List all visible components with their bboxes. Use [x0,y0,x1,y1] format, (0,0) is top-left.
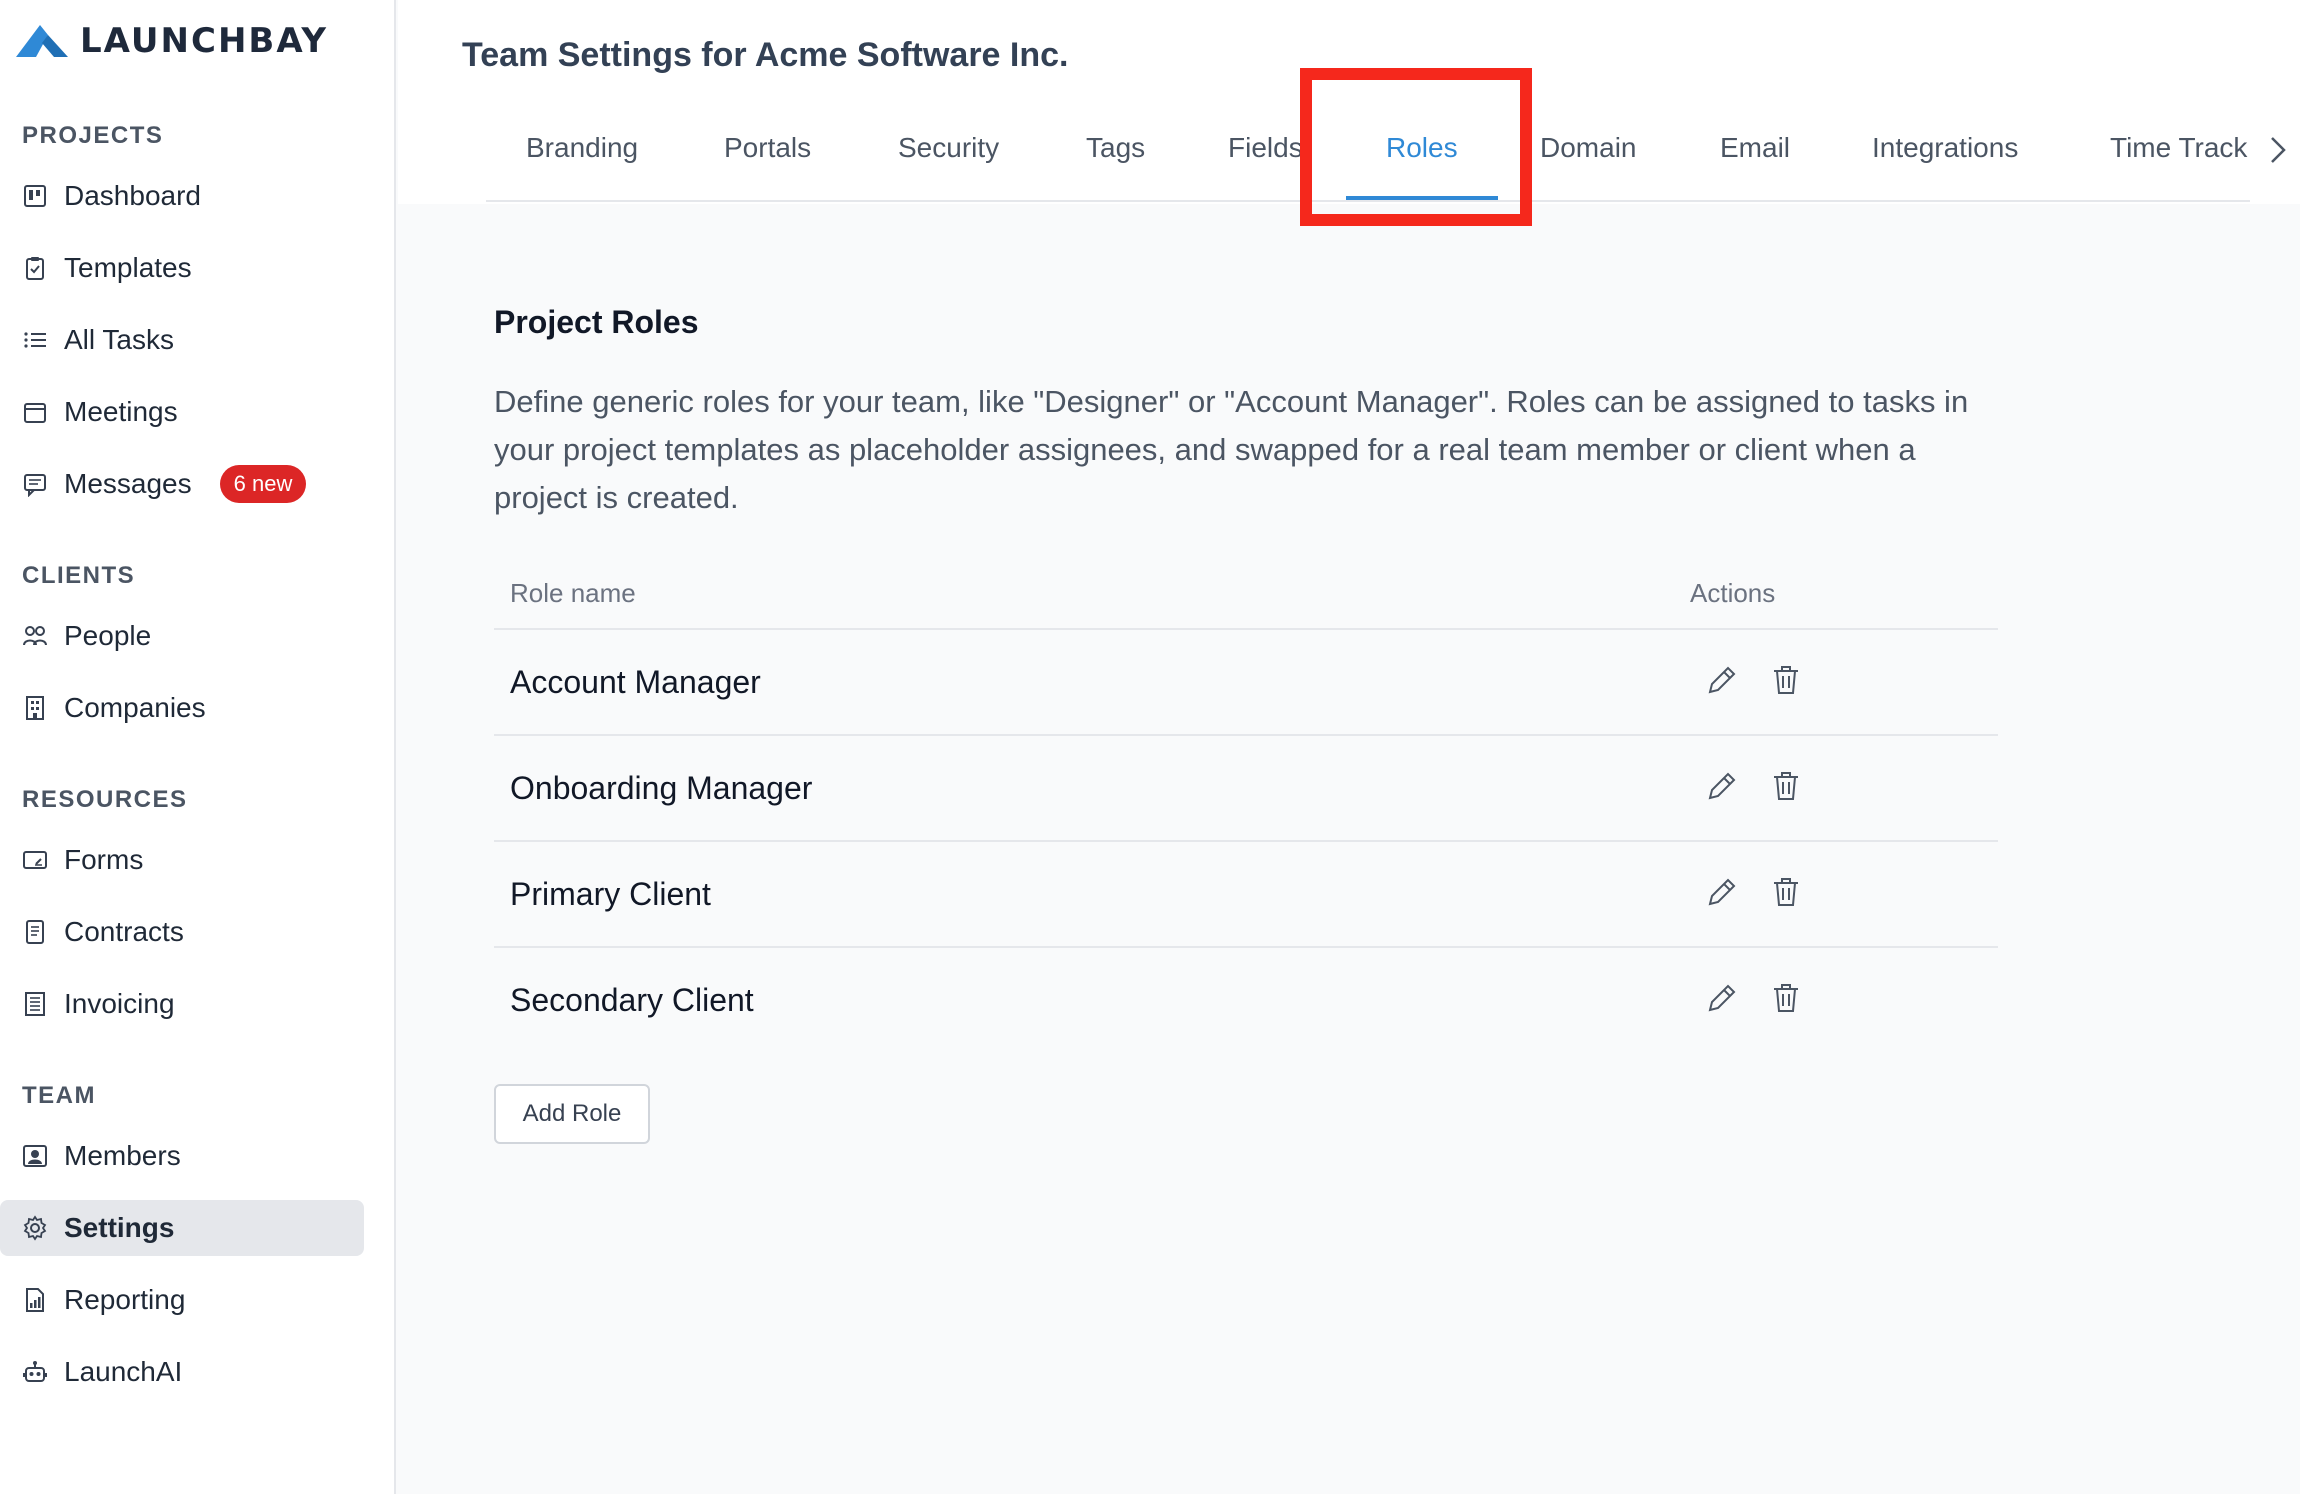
table-row: Account Manager [494,630,1998,736]
building-icon [22,695,48,721]
sidebar-item-settings[interactable]: Settings [0,1200,364,1256]
dashboard-icon [22,183,48,209]
page-title: Team Settings for Acme Software Inc. [462,36,1069,74]
clipboard-icon [22,255,48,281]
column-header-role-name: Role name [510,578,636,608]
sidebar-item-label: Members [64,1140,181,1171]
trash-icon[interactable] [1766,978,1806,1018]
list-icon [22,327,48,353]
sidebar-item-launchai[interactable]: LaunchAI [0,1344,364,1400]
trash-icon[interactable] [1766,660,1806,700]
tab-email[interactable]: Email [1720,132,1790,164]
sidebar-item-label: Dashboard [64,180,201,211]
table-row: Primary Client [494,842,1998,948]
sidebar-item-forms[interactable]: Forms [0,832,364,888]
section-label-clients: CLIENTS [22,562,136,589]
invoice-icon [22,991,48,1017]
tab-fields[interactable]: Fields [1228,132,1303,164]
tab-portals[interactable]: Portals [724,132,811,164]
role-name: Primary Client [510,876,711,912]
sidebar-item-label: Forms [64,844,144,875]
sidebar-item-label: LaunchAI [64,1356,183,1387]
sidebar: LAUNCHBAY PROJECTS Dashboard Templates A… [0,0,396,1494]
form-icon [22,847,48,873]
member-icon [22,1143,48,1169]
sidebar-item-label: Settings [64,1212,175,1243]
document-icon [22,919,48,945]
pencil-icon[interactable] [1702,872,1742,912]
gear-icon [22,1215,48,1241]
active-tab-indicator [1346,196,1498,200]
tab-integrations[interactable]: Integrations [1872,132,2018,164]
table-row: Onboarding Manager [494,736,1998,842]
sidebar-item-all-tasks[interactable]: All Tasks [0,312,364,368]
role-name: Account Manager [510,664,761,700]
sidebar-item-label: Messages [64,468,192,499]
sidebar-item-reporting[interactable]: Reporting [0,1272,364,1328]
sidebar-item-label: Contracts [64,916,184,947]
logo[interactable]: LAUNCHBAY [14,18,328,64]
sidebar-item-label: Templates [64,252,192,283]
trash-icon[interactable] [1766,766,1806,806]
tab-clip [1300,120,1330,180]
sidebar-item-messages[interactable]: Messages 6 new [0,456,364,512]
pencil-icon[interactable] [1702,766,1742,806]
messages-badge: 6 new [219,465,307,503]
sidebar-item-contracts[interactable]: Contracts [0,904,364,960]
sidebar-item-invoicing[interactable]: Invoicing [0,976,364,1032]
sidebar-item-label: People [64,620,152,651]
tab-domain[interactable]: Domain [1540,132,1636,164]
message-icon [22,471,48,497]
section-title: Project Roles [494,304,699,340]
role-name: Secondary Client [510,982,754,1018]
calendar-icon [22,399,48,425]
pencil-icon[interactable] [1702,978,1742,1018]
sidebar-item-companies[interactable]: Companies [0,680,364,736]
column-header-actions: Actions [1690,578,1776,608]
section-label-resources: RESOURCES [22,786,188,813]
sidebar-item-templates[interactable]: Templates [0,240,364,296]
tab-branding[interactable]: Branding [526,132,638,164]
section-label-team: TEAM [22,1082,96,1109]
section-description: Define generic roles for your team, like… [494,384,1969,515]
add-role-button[interactable]: Add Role [494,1084,650,1144]
sidebar-item-label: Reporting [64,1284,186,1315]
table-row: Secondary Client [494,948,1998,1054]
pencil-icon[interactable] [1702,660,1742,700]
chevron-right-icon[interactable] [2262,132,2292,168]
tabs-divider [486,200,2250,202]
sidebar-item-label: Invoicing [64,988,175,1019]
role-name: Onboarding Manager [510,770,813,806]
settings-header [398,0,2300,204]
people-icon [22,623,48,649]
trash-icon[interactable] [1766,872,1806,912]
sidebar-item-label: All Tasks [64,324,174,355]
sidebar-item-label: Companies [64,692,206,723]
sidebar-item-meetings[interactable]: Meetings [0,384,364,440]
tab-security[interactable]: Security [898,132,999,164]
sidebar-item-people[interactable]: People [0,608,364,664]
sidebar-item-label: Meetings [64,396,178,427]
tab-roles[interactable]: Roles [1386,132,1458,164]
logo-text: LAUNCHBAY [80,21,328,61]
sidebar-item-dashboard[interactable]: Dashboard [0,168,364,224]
report-icon [22,1287,48,1313]
launchbay-logo-icon [16,25,68,57]
table-header: Role name Actions [494,564,1998,630]
sidebar-item-members[interactable]: Members [0,1128,364,1184]
roles-table: Role name Actions Account Manager Onboar… [494,564,1998,1054]
robot-icon [22,1359,48,1385]
section-label-projects: PROJECTS [22,122,164,149]
tab-tags[interactable]: Tags [1086,132,1145,164]
